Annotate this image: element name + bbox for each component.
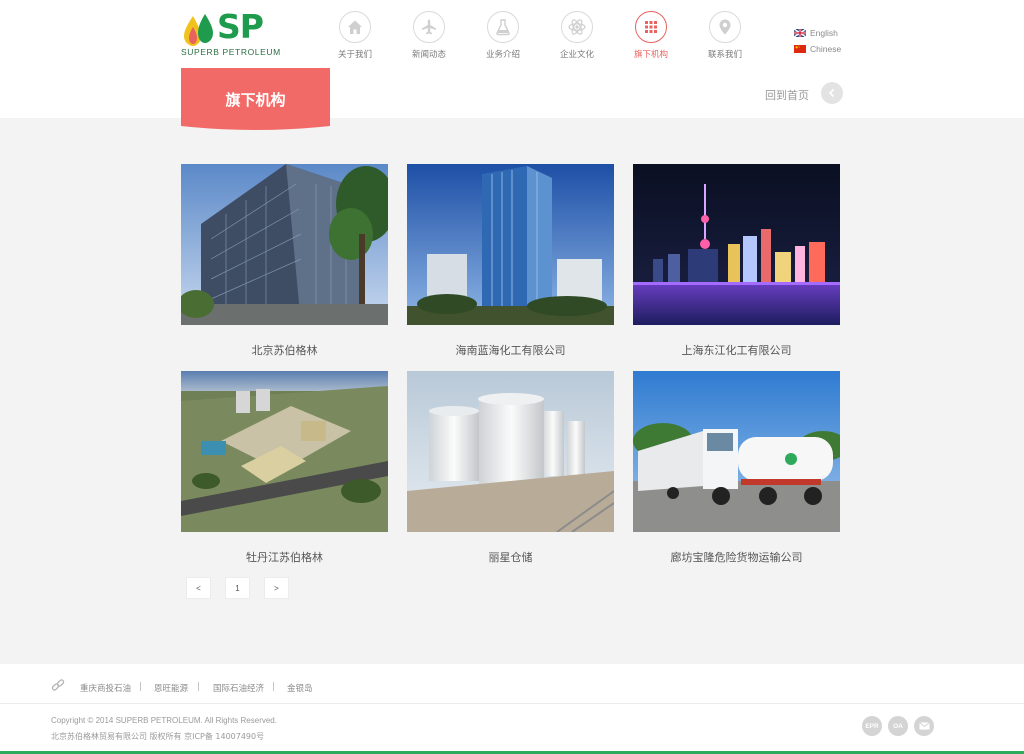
institution-card[interactable]: 上海东江化工有限公司	[633, 164, 840, 357]
office-tower-photo	[181, 164, 388, 325]
page-number-button[interactable]: 1	[225, 577, 250, 599]
link-separator: |	[272, 682, 275, 692]
tanker-trucks-photo	[633, 371, 840, 532]
card-caption: 丽星仓储	[488, 551, 533, 564]
content-area: 北京苏伯格林 海南蓝海化工有限公司 上海东江化工有限公司 牡丹江苏伯格林 丽星仓…	[0, 118, 1024, 664]
industrial-plant-aerial-photo	[181, 371, 388, 532]
institution-card[interactable]: 北京苏伯格林	[181, 164, 388, 357]
logo-subtitle: SUPERB PETROLEUM	[181, 47, 281, 57]
nav-label: 新闻动态	[411, 50, 446, 60]
nav-label: 业务介绍	[485, 50, 520, 60]
mail-button[interactable]	[914, 716, 934, 736]
mail-icon	[918, 722, 930, 730]
institution-card[interactable]: 海南蓝海化工有限公司	[407, 164, 614, 357]
nav-item-news[interactable]: 新闻动态	[404, 11, 454, 60]
back-to-home-link[interactable]: 回到首页	[765, 87, 809, 103]
nav-item-about[interactable]: 关于我们	[330, 11, 380, 60]
institution-card[interactable]: 牡丹江苏伯格林	[181, 371, 388, 564]
institution-card[interactable]: 丽星仓储	[407, 371, 614, 564]
footer-link[interactable]: 恩旺能源	[154, 682, 188, 694]
card-caption: 廊坊宝隆危险货物运输公司	[670, 551, 803, 564]
page-title: 旗下机构	[225, 91, 286, 109]
chevron-left-icon	[828, 88, 835, 98]
home-icon	[348, 20, 362, 34]
prev-page-button[interactable]: <	[186, 577, 211, 599]
nav-label: 联系我们	[707, 50, 742, 60]
nav-item-contact[interactable]: 联系我们	[700, 11, 750, 60]
lang-english[interactable]: English	[794, 25, 841, 41]
lang-chinese[interactable]: Chinese	[794, 41, 841, 57]
epr-button[interactable]: EPR	[862, 716, 882, 736]
card-caption: 北京苏伯格林	[251, 344, 318, 357]
nav-label: 企业文化	[559, 50, 594, 60]
china-flag-icon	[794, 45, 806, 53]
footer-link[interactable]: 金银岛	[287, 682, 313, 694]
nav-item-culture[interactable]: 企业文化	[552, 11, 602, 60]
card-caption: 海南蓝海化工有限公司	[455, 344, 566, 357]
blue-glass-tower-photo	[407, 164, 614, 325]
logo-wordmark: SP	[217, 7, 264, 46]
card-caption: 牡丹江苏伯格林	[246, 551, 323, 564]
next-page-button[interactable]: >	[264, 577, 289, 599]
copyright-text: Copyright © 2014 SUPERB PETROLEUM. All R…	[51, 716, 277, 725]
site-header: SP SUPERB PETROLEUM 关于我们 新闻动态 业务介绍 企业文化 …	[0, 0, 1024, 118]
footer-link[interactable]: 重庆商投石油	[80, 682, 131, 694]
footer-link[interactable]: 国际石油经济	[213, 682, 264, 694]
back-button[interactable]	[821, 82, 843, 104]
language-switcher: English Chinese	[794, 25, 841, 57]
nav-item-institutions[interactable]: 旗下机构	[626, 11, 676, 60]
location-pin-icon	[719, 19, 731, 35]
nav-item-business[interactable]: 业务介绍	[478, 11, 528, 60]
institution-card[interactable]: 廊坊宝隆危险货物运输公司	[633, 371, 840, 564]
shanghai-night-skyline-photo	[633, 164, 840, 325]
oil-drops-icon	[184, 14, 213, 46]
friend-links-bar: 重庆商投石油 | 恩旺能源 | 国际石油经济 | 金银岛	[0, 664, 1024, 704]
nav-label: 旗下机构	[633, 50, 668, 60]
page-title-tab: 旗下机构	[181, 68, 330, 131]
chain-link-icon	[51, 679, 65, 691]
flask-icon	[496, 19, 510, 36]
card-caption: 上海东江化工有限公司	[681, 344, 792, 357]
sp-logo[interactable]: SP SUPERB PETROLEUM	[181, 7, 281, 59]
nav-label: 关于我们	[337, 50, 372, 60]
uk-flag-icon	[794, 29, 806, 37]
link-separator: |	[197, 682, 200, 692]
link-separator: |	[139, 682, 142, 692]
atom-icon	[568, 19, 586, 35]
site-footer: 重庆商投石油 | 恩旺能源 | 国际石油经济 | 金银岛 Copyright ©…	[0, 664, 1024, 754]
airplane-icon	[422, 19, 436, 35]
grid-icon	[645, 21, 657, 33]
company-icp-text: 北京苏伯格林贸易有限公司 版权所有 京ICP备 14007490号	[51, 732, 265, 741]
oa-button[interactable]: OA	[888, 716, 908, 736]
storage-tanks-photo	[407, 371, 614, 532]
